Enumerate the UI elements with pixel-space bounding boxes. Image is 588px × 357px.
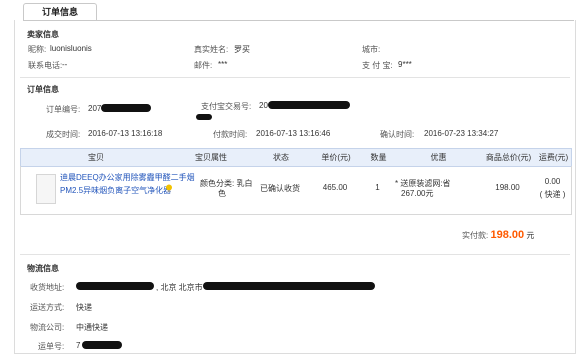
order-number: 207 [88,104,102,113]
seller-email: *** [218,60,228,69]
order-section-title: 订单信息 [27,85,59,94]
product-price: 465.00 [322,183,348,192]
courier-name: 中通快递 [76,323,108,332]
created-time-label: 成交时间: [46,130,81,139]
redaction-mark [268,101,350,109]
col-header-discount: 优惠 [430,153,447,162]
tracking-number[interactable]: 7 [76,341,80,350]
product-thumbnail[interactable] [36,174,56,204]
product-attr-line2: 色 [218,189,226,198]
seller-section-title: 卖家信息 [27,30,59,39]
redaction-mark [82,341,122,349]
shipping-method-label: 运送方式: [30,303,65,312]
trade-number-label: 支付宝交易号: [201,102,252,111]
redaction-mark [203,282,375,290]
paid-amount: 198.00 [490,229,525,241]
product-total: 198.00 [495,183,520,192]
trade-number: 20 [259,101,268,110]
tab-order-info[interactable]: 订单信息 [23,3,97,21]
tracking-number-label: 运单号: [38,342,65,351]
paid-time: 2016-07-13 13:16:46 [256,129,331,138]
seller-alipay-label: 支 付 宝: [362,61,393,70]
order-number-label: 订单编号: [46,105,81,114]
paid-time-label: 付款时间: [213,130,248,139]
address-city: , 北京 北京市 [156,283,203,292]
divider [20,77,570,78]
logistics-section-title: 物流信息 [27,264,59,273]
col-header-status: 状态 [273,153,289,162]
product-title-line1[interactable]: 迪晨DEEQ办公家用除雾霾甲醛二手烟 [60,172,195,183]
item-table-header: 宝贝 宝贝属性 状态 单价(元) 数量 优惠 商品总价(元) 运费(元) [20,148,572,167]
seller-realname: 罗买 [234,45,250,54]
product-attr-line1: 颜色分类: 乳白 [200,179,253,188]
col-header-attr: 宝贝属性 [195,153,227,162]
col-header-price: 单价(元) [321,153,351,162]
divider [20,254,570,255]
seller-city-label: 城市: [362,45,381,54]
confirm-time-label: 确认时间: [380,130,415,139]
seller-phone-label: 联系电话: [28,61,63,70]
col-header-total: 商品总价(元) [485,153,532,162]
redaction-mark [101,104,151,112]
seller-realname-label: 真实姓名: [194,45,229,54]
seller-email-label: 邮件: [194,61,213,70]
product-discount-line2: 267.00元 [401,189,434,198]
redaction-mark [196,114,212,120]
seller-nickname-label: 昵称: [28,45,47,54]
seller-nickname: luonisluonis [50,44,92,53]
col-header-item: 宝贝 [88,153,104,162]
seller-alipay: 9*** [398,60,412,69]
col-header-qty: 数量 [370,153,387,162]
product-shipping-note: ( 快递 ) [539,190,566,199]
paid-amount-label: 实付款: [462,231,489,240]
address-label: 收货地址: [30,283,65,292]
courier-label: 物流公司: [30,323,65,332]
shipping-method: 快递 [76,303,92,312]
confirm-time: 2016-07-23 13:34:27 [424,129,499,138]
product-qty: 1 [375,183,380,192]
col-header-shipping: 运费(元) [538,153,569,162]
created-time: 2016-07-13 13:16:18 [88,129,163,138]
product-shipping: 0.00 [544,177,561,186]
bulb-icon [165,184,173,195]
redaction-mark [76,282,154,290]
product-title-line2[interactable]: PM2.5异味烟负离子空气净化器 [60,185,171,196]
paid-amount-unit: 元 [526,231,535,240]
paid-amount-row: 实付款: 198.00 元 [462,229,534,241]
seller-phone: -- [62,60,68,69]
product-status: 已确认收货 [260,184,300,193]
